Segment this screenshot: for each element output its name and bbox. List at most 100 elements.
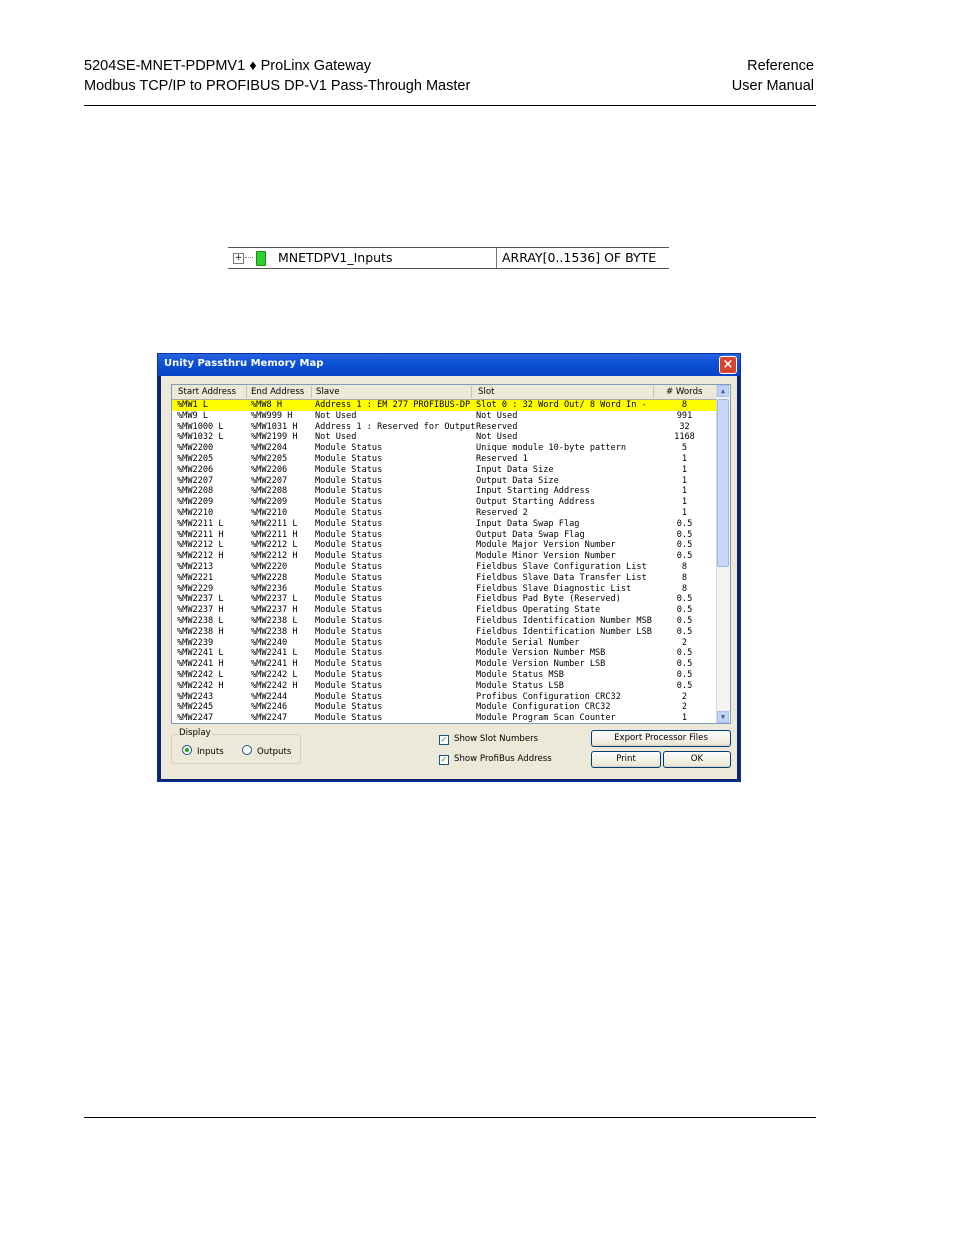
cell-words: 32 <box>679 421 690 432</box>
cell-words: 991 <box>676 410 693 421</box>
export-processor-files-button[interactable]: Export Processor Files <box>591 730 731 747</box>
cell-slave: Module Status <box>315 561 383 572</box>
table-row[interactable]: %MW2205 %MW2205 Module Status Reserved 1 1 <box>172 454 717 465</box>
cell-slot: Fieldbus Identification Number MSB <box>476 615 652 626</box>
radio-inputs-icon[interactable] <box>182 745 192 755</box>
cell-end-address: %MW2212 L <box>251 540 298 551</box>
cell-slot: Fieldbus Slave Diagnostic List <box>476 583 632 594</box>
cell-start-address: %MW2243 <box>177 691 214 702</box>
cell-end-address: %MW2211 L <box>251 518 298 529</box>
memory-map-dialog: Unity Passthru Memory Map × Start Addres… <box>157 353 741 782</box>
cell-slave: Module Status <box>315 626 383 637</box>
cell-start-address: %MW2206 <box>177 464 214 475</box>
table-row[interactable]: %MW1032 L %MW2199 H Not Used Not Used 1168 <box>172 432 717 443</box>
table-row[interactable]: %MW2206 %MW2206 Module Status Input Data Si… <box>172 465 717 476</box>
cell-end-address: %MW2237 H <box>251 605 298 616</box>
cell-end-address: %MW999 H <box>251 410 293 421</box>
table-row[interactable]: %MW2237 H %MW2237 H Module Status Fieldbus … <box>172 605 717 616</box>
show-slot-numbers-checkbox[interactable]: ✓ Show Slot Numbers <box>439 734 538 745</box>
checkbox-check-icon[interactable]: ✓ <box>439 735 449 745</box>
cell-slave: Module Status <box>315 713 383 724</box>
vertical-scrollbar[interactable]: ▲ ▼ <box>716 385 730 723</box>
table-row[interactable]: %MW9 L %MW999 H Not Used Not Used 991 <box>172 411 717 422</box>
table-row[interactable]: %MW2200 %MW2204 Module Status Unique module… <box>172 443 717 454</box>
cell-start-address: %MW9 L <box>177 410 209 421</box>
table-row[interactable]: %MW2238 L %MW2238 L Module Status Fieldbus … <box>172 616 717 627</box>
radio-outputs-icon[interactable] <box>242 745 252 755</box>
column-header-words[interactable]: # Words <box>666 387 703 397</box>
expand-icon[interactable]: + <box>233 253 244 264</box>
cell-start-address: %MW2210 <box>177 507 214 518</box>
cell-slot: Module Major Version Number <box>476 540 616 551</box>
table-row[interactable]: %MW2239 %MW2240 Module Status Module Serial… <box>172 638 717 649</box>
cell-start-address: %MW2237 L <box>177 594 224 605</box>
cell-words: 0.5 <box>676 540 693 551</box>
cell-start-address: %MW2207 <box>177 475 214 486</box>
scroll-down-icon[interactable]: ▼ <box>717 711 729 723</box>
cell-slave: Module Status <box>315 507 383 518</box>
table-row[interactable]: %MW1000 L %MW1031 H Address 1 : Reserved f… <box>172 422 717 433</box>
table-row[interactable]: %MW2242 L %MW2242 L Module Status Module St… <box>172 670 717 681</box>
table-row[interactable]: %MW2212 H %MW2212 H Module Status Module Mi… <box>172 551 717 562</box>
checkbox-check-icon[interactable]: ✓ <box>439 755 449 765</box>
ok-button[interactable]: OK <box>663 751 731 768</box>
table-row[interactable]: %MW2238 H %MW2238 H Module Status Fieldbus … <box>172 627 717 638</box>
dialog-client: Start Address End Address Slave Slot # W… <box>161 376 737 779</box>
column-separator <box>496 248 497 268</box>
show-slot-numbers-label: Show Slot Numbers <box>454 734 539 744</box>
cell-end-address: %MW2228 <box>251 572 288 583</box>
cell-words: 1 <box>681 507 688 518</box>
cell-words: 8 <box>681 561 688 572</box>
table-row[interactable]: %MW2211 H %MW2211 H Module Status Output Da… <box>172 530 717 541</box>
table-row[interactable]: %MW2207 %MW2207 Module Status Output Data S… <box>172 476 717 487</box>
cell-slot: Module Serial Number <box>476 637 580 648</box>
table-row[interactable]: %MW2245 %MW2246 Module Status Module Config… <box>172 702 717 713</box>
table-row[interactable]: %MW2221 %MW2228 Module Status Fieldbus Slav… <box>172 573 717 584</box>
table-row[interactable]: %MW2241 L %MW2241 L Module Status Module Ve… <box>172 648 717 659</box>
column-header-slot[interactable]: Slot <box>478 387 494 397</box>
table-row[interactable]: %MW2210 %MW2210 Module Status Reserved 2 1 <box>172 508 717 519</box>
table-row[interactable]: %MW2209 %MW2209 Module Status Output Starti… <box>172 497 717 508</box>
table-row[interactable]: %MW2242 H %MW2242 H Module Status Module St… <box>172 681 717 692</box>
variable-row: + MNETDPV1_Inputs ARRAY[0..1536] OF BYTE <box>228 247 669 269</box>
cell-end-address: %MW2244 <box>251 691 288 702</box>
table-row[interactable]: %MW2213 %MW2220 Module Status Fieldbus Slav… <box>172 562 717 573</box>
cell-slave: Module Status <box>315 637 383 648</box>
dialog-titlebar[interactable]: Unity Passthru Memory Map × <box>158 354 740 376</box>
cell-words: 0.5 <box>676 605 693 616</box>
radio-outputs[interactable]: Outputs <box>242 745 291 757</box>
table-row[interactable]: %MW2237 L %MW2237 L Module Status Fieldbus … <box>172 594 717 605</box>
variable-block-icon <box>256 251 266 266</box>
variable-type: ARRAY[0..1536] OF BYTE <box>502 250 657 265</box>
table-row[interactable]: %MW2211 L %MW2211 L Module Status Input Dat… <box>172 519 717 530</box>
cell-start-address: %MW2213 <box>177 561 214 572</box>
cell-words: 0.5 <box>676 659 693 670</box>
cell-start-address: %MW1 L <box>177 400 209 410</box>
column-header-end-address[interactable]: End Address <box>251 387 304 397</box>
table-row[interactable]: %MW2247 %MW2247 Module Status Module Progra… <box>172 713 717 724</box>
column-header-slave[interactable]: Slave <box>316 387 339 397</box>
table-row[interactable]: %MW2212 L %MW2212 L Module Status Module Ma… <box>172 540 717 551</box>
cell-end-address: %MW2240 <box>251 637 288 648</box>
show-profibus-address-checkbox[interactable]: ✓ Show ProfiBus Address <box>439 754 552 765</box>
print-button[interactable]: Print <box>591 751 661 768</box>
table-row[interactable]: %MW2208 %MW2208 Module Status Input Startin… <box>172 486 717 497</box>
cell-slot: Fieldbus Slave Data Transfer List <box>476 572 647 583</box>
cell-end-address: %MW8 H <box>251 400 283 410</box>
table-row[interactable]: %MW2243 %MW2244 Module Status Profibus Conf… <box>172 692 717 703</box>
cell-words: 2 <box>681 637 688 648</box>
scroll-thumb[interactable] <box>717 399 729 567</box>
memory-map-list[interactable]: Start Address End Address Slave Slot # W… <box>171 384 731 724</box>
table-row[interactable]: %MW2229 %MW2236 Module Status Fieldbus Slav… <box>172 584 717 595</box>
cell-slot: Output Data Swap Flag <box>476 529 585 540</box>
table-row[interactable]: %MW1 L %MW8 H Address 1 : EM 277 PROFIBUS-… <box>172 400 717 411</box>
column-header-start-address[interactable]: Start Address <box>178 387 236 397</box>
cell-slot: Module Status LSB <box>476 680 564 691</box>
cell-slot: Input Starting Address <box>476 486 590 497</box>
header-divider <box>471 386 472 398</box>
table-row[interactable]: %MW2241 H %MW2241 H Module Status Module Ve… <box>172 659 717 670</box>
close-icon[interactable]: × <box>719 356 737 374</box>
cell-start-address: %MW2200 <box>177 443 214 454</box>
scroll-up-icon[interactable]: ▲ <box>717 385 729 397</box>
radio-inputs[interactable]: Inputs <box>182 745 224 757</box>
